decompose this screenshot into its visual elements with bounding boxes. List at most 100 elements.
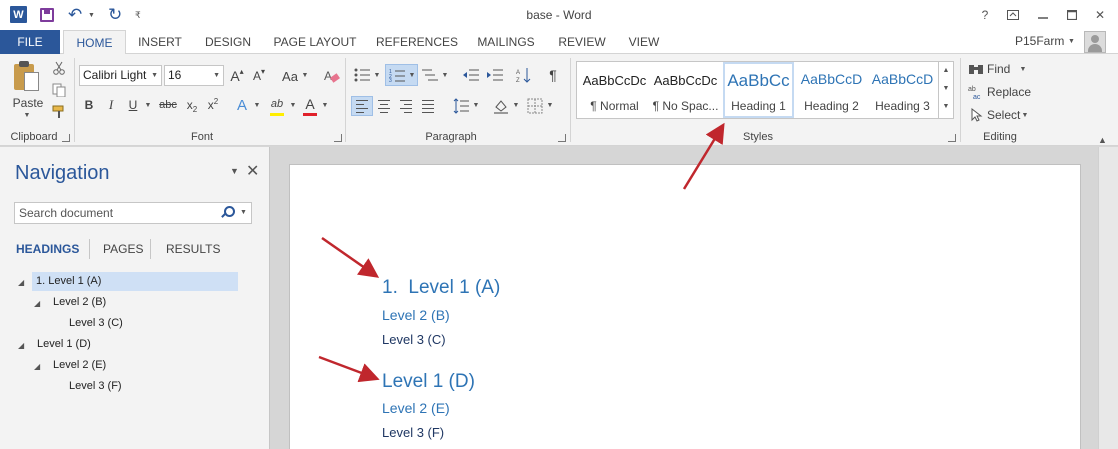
text-effects-button[interactable]: A — [234, 95, 250, 115]
account-dropdown-icon[interactable]: ▼ — [1068, 38, 1075, 45]
collapse-triangle-icon[interactable]: ◢ — [34, 299, 40, 308]
increase-indent-icon[interactable] — [486, 67, 504, 83]
maximize-icon[interactable] — [1062, 6, 1082, 24]
find-button[interactable]: Find — [987, 61, 1010, 77]
tab-page-layout[interactable]: PAGE LAYOUT — [266, 30, 364, 54]
styles-more-icon[interactable]: ▼ — [939, 98, 953, 116]
paste-dropdown-icon[interactable]: ▼ — [20, 112, 34, 119]
tab-design[interactable]: DESIGN — [197, 30, 259, 54]
search-document-input[interactable]: Search document — [14, 202, 252, 224]
style-heading-2[interactable]: AaBbCcD Heading 2 — [796, 62, 867, 118]
line-spacing-dropdown-icon[interactable]: ▼ — [471, 102, 481, 109]
sort-icon[interactable]: AZ — [515, 66, 533, 84]
bullets-dropdown-icon[interactable]: ▼ — [372, 72, 382, 79]
superscript-button[interactable]: x2 — [205, 96, 221, 114]
italic-button[interactable]: I — [104, 96, 118, 114]
tab-mailings[interactable]: MAILINGS — [470, 30, 542, 54]
font-color-dropdown-icon[interactable]: ▼ — [320, 102, 330, 109]
copy-icon[interactable] — [50, 82, 68, 98]
shrink-font-button[interactable]: A ▾ — [251, 67, 267, 85]
highlight-button[interactable]: ab — [268, 95, 286, 113]
style-heading-3[interactable]: AaBbCcD Heading 3 — [867, 62, 938, 118]
numbering-icon[interactable]: 123 — [388, 67, 406, 83]
bold-button[interactable]: B — [82, 96, 96, 114]
nav-heading-item[interactable]: 1. Level 1 (A) — [32, 272, 238, 291]
text-effects-dropdown-icon[interactable]: ▼ — [252, 102, 262, 109]
clipboard-dialog-launcher-icon[interactable] — [62, 134, 70, 142]
find-icon[interactable] — [968, 61, 984, 77]
style-heading-1[interactable]: AaBbCc Heading 1 — [723, 62, 794, 118]
nav-tab-results[interactable]: RESULTS — [166, 242, 220, 256]
paragraph-dialog-launcher-icon[interactable] — [558, 134, 566, 142]
font-color-button[interactable]: A — [302, 95, 318, 113]
decrease-indent-icon[interactable] — [462, 67, 480, 83]
multilevel-list-icon[interactable] — [421, 67, 439, 83]
highlight-dropdown-icon[interactable]: ▼ — [288, 102, 298, 109]
format-painter-icon[interactable] — [50, 104, 68, 120]
underline-dropdown-icon[interactable]: ▼ — [143, 102, 153, 109]
document-heading-3[interactable]: Level 3 (F) — [382, 425, 444, 440]
tab-file[interactable]: FILE — [0, 30, 60, 54]
nav-heading-item[interactable]: Level 3 (F) — [69, 377, 122, 396]
show-formatting-marks-button[interactable]: ¶ — [545, 66, 561, 84]
nav-heading-item[interactable]: Level 3 (C) — [69, 314, 123, 333]
replace-button[interactable]: Replace — [987, 84, 1031, 100]
styles-scroll-down-icon[interactable]: ▼ — [939, 80, 953, 98]
style-no-spacing[interactable]: AaBbCcDc ¶ No Spac... — [650, 62, 721, 118]
change-case-dropdown-icon[interactable]: ▼ — [300, 72, 310, 79]
styles-scroll-up-icon[interactable]: ▲ — [939, 62, 953, 80]
document-heading-2[interactable]: Level 2 (B) — [382, 307, 450, 323]
tab-view[interactable]: VIEW — [620, 30, 668, 54]
paste-icon[interactable] — [14, 60, 40, 92]
tab-references[interactable]: REFERENCES — [373, 30, 461, 54]
nav-tab-headings[interactable]: HEADINGS — [16, 242, 79, 256]
line-spacing-icon[interactable] — [452, 97, 470, 115]
align-right-icon[interactable] — [398, 99, 414, 113]
subscript-button[interactable]: x2 — [184, 96, 200, 114]
clear-formatting-icon[interactable]: A — [322, 66, 342, 86]
replace-icon[interactable]: ab ac — [968, 84, 984, 100]
vertical-scrollbar[interactable] — [1098, 147, 1118, 449]
navigation-options-icon[interactable]: ▼ — [230, 166, 239, 176]
align-left-icon[interactable] — [354, 99, 370, 113]
borders-icon[interactable] — [526, 97, 544, 115]
avatar[interactable] — [1084, 31, 1106, 53]
help-button[interactable]: ? — [975, 6, 995, 24]
nav-tab-pages[interactable]: PAGES — [103, 242, 143, 256]
nav-heading-item[interactable]: Level 2 (B) — [53, 293, 106, 312]
collapse-triangle-icon[interactable]: ◢ — [18, 278, 24, 287]
document-heading-2[interactable]: Level 2 (E) — [382, 400, 450, 416]
search-icon[interactable] — [220, 206, 235, 220]
paste-button[interactable]: Paste — [11, 95, 45, 111]
style-normal[interactable]: AaBbCcDc ¶ Normal — [579, 62, 650, 118]
document-heading-1[interactable]: 1. Level 1 (A) — [382, 277, 500, 299]
strikethrough-button[interactable]: abc — [158, 96, 178, 114]
collapse-ribbon-icon[interactable]: ▲ — [1098, 135, 1107, 145]
font-dialog-launcher-icon[interactable] — [334, 134, 342, 142]
select-icon[interactable] — [970, 107, 984, 123]
navigation-close-icon[interactable]: ✕ — [246, 161, 259, 181]
tab-insert[interactable]: INSERT — [130, 30, 190, 54]
minimize-icon[interactable] — [1033, 6, 1053, 24]
align-center-icon[interactable] — [376, 99, 392, 113]
cut-icon[interactable] — [50, 60, 68, 76]
close-icon[interactable]: ✕ — [1090, 6, 1110, 24]
search-options-dropdown-icon[interactable]: ▼ — [240, 209, 247, 216]
select-dropdown-icon[interactable]: ▼ — [1020, 112, 1030, 119]
shading-icon[interactable] — [492, 97, 510, 115]
numbering-dropdown-icon[interactable]: ▼ — [407, 72, 417, 79]
collapse-triangle-icon[interactable]: ◢ — [34, 362, 40, 371]
nav-heading-item[interactable]: Level 1 (D) — [37, 335, 91, 354]
shading-dropdown-icon[interactable]: ▼ — [511, 102, 521, 109]
styles-dialog-launcher-icon[interactable] — [948, 134, 956, 142]
collapse-triangle-icon[interactable]: ◢ — [18, 341, 24, 350]
grow-font-button[interactable]: A ▴ — [229, 67, 245, 85]
account-name[interactable]: P15Farm — [1015, 34, 1064, 48]
change-case-button[interactable]: Aa — [280, 67, 300, 85]
tab-review[interactable]: REVIEW — [552, 30, 612, 54]
find-dropdown-icon[interactable]: ▼ — [1018, 66, 1028, 73]
select-button[interactable]: Select — [987, 107, 1020, 123]
font-size-dropdown[interactable]: 16 ▼ — [164, 65, 224, 86]
borders-dropdown-icon[interactable]: ▼ — [545, 102, 555, 109]
nav-heading-item[interactable]: Level 2 (E) — [53, 356, 106, 375]
